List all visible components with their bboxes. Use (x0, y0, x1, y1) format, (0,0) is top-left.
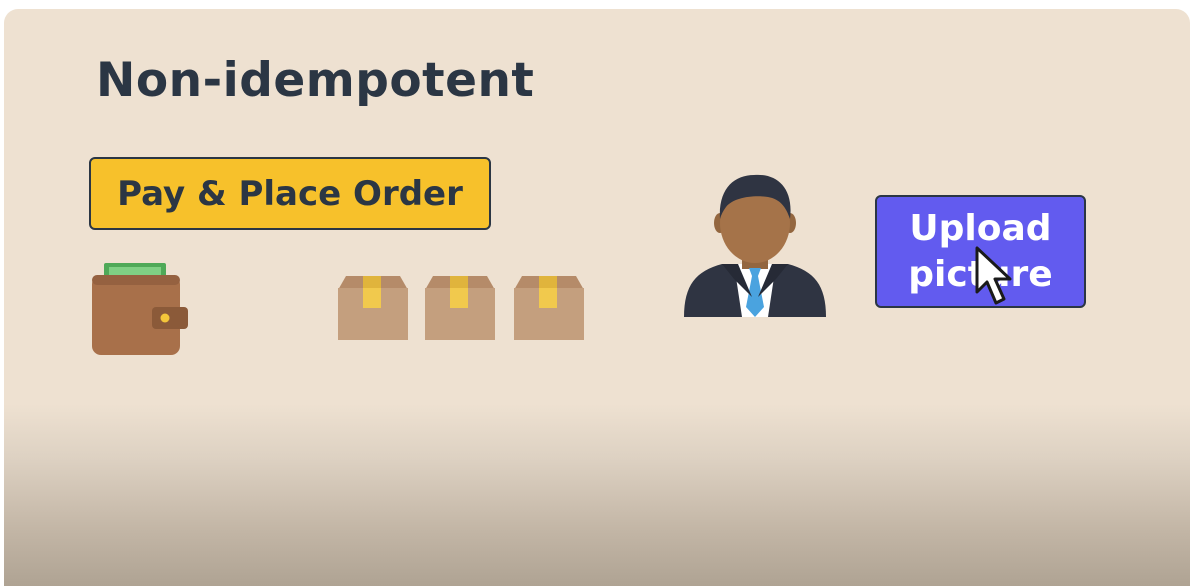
pay-place-order-button[interactable]: Pay & Place Order (89, 157, 491, 230)
slide: Non-idempotent Pay & Place Order Upload (4, 9, 1190, 586)
businessman-icon (684, 174, 826, 317)
mouse-pointer-icon (975, 246, 1012, 305)
package-box-icon (338, 276, 408, 340)
package-box-icon (425, 276, 495, 340)
package-box-icon (514, 276, 584, 340)
wallet-icon (92, 263, 188, 355)
slide-title: Non-idempotent (96, 53, 535, 108)
